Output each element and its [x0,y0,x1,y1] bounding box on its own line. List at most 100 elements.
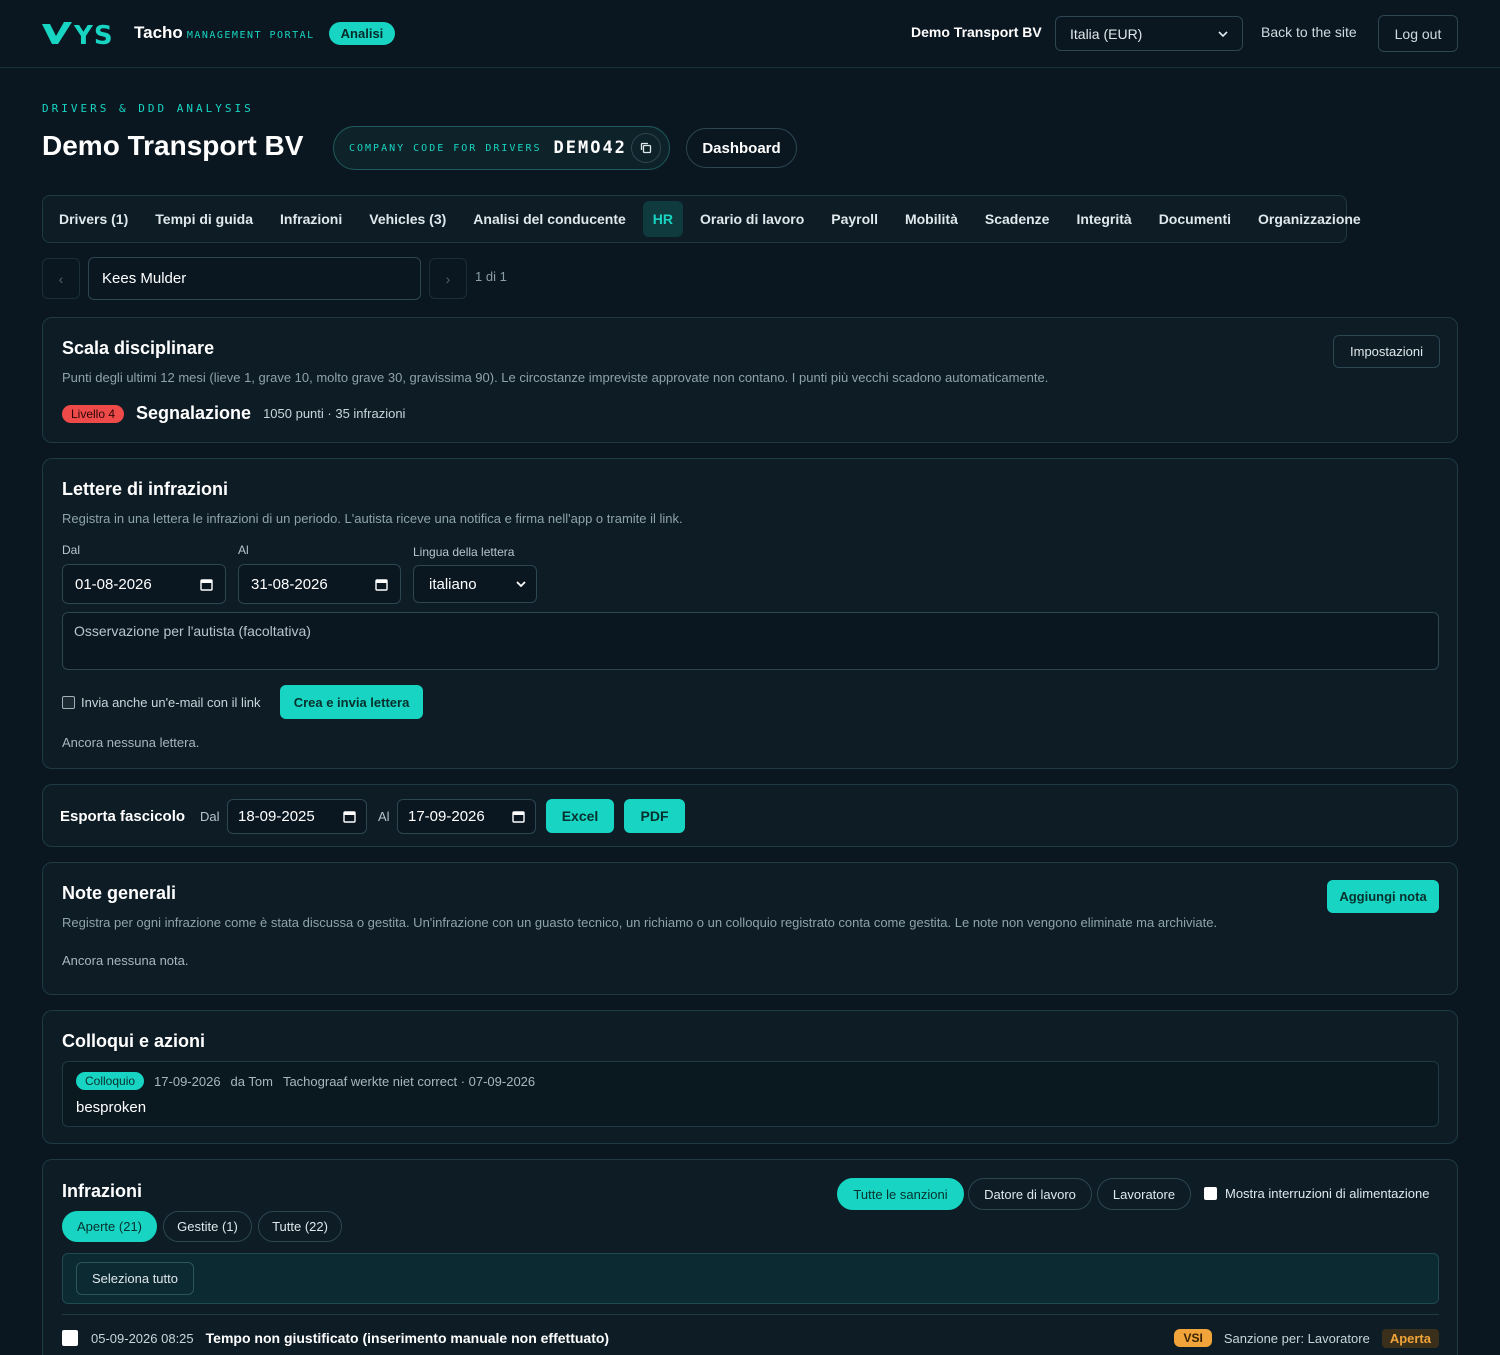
company-code-label: COMPANY CODE FOR DRIVERS [349,142,542,154]
calendar-icon [200,578,213,591]
next-driver-button[interactable]: › [429,258,467,299]
export-pdf-button[interactable]: PDF [624,799,685,833]
region-select-value: Italia (EUR) [1070,25,1143,42]
export-to-date-value: 17-09-2026 [408,808,485,825]
meeting-item[interactable]: Colloquio 17-09-2026 da Tom Tachograaf w… [62,1061,1439,1127]
settings-button[interactable]: Impostazioni [1333,335,1440,368]
tab-tempi-di-guida[interactable]: Tempi di guida [145,201,263,237]
export-from-label: Dal [200,809,220,824]
filter-employer[interactable]: Datore di lavoro [968,1178,1092,1210]
meeting-type-badge: Colloquio [76,1072,145,1090]
driver-select[interactable]: Kees Mulder [88,257,421,300]
dashboard-button[interactable]: Dashboard [686,128,797,168]
export-to-date-input[interactable]: 17-09-2026 [397,799,536,834]
letters-to-date-value: 31-08-2026 [251,575,328,593]
meetings-title: Colloqui e azioni [62,1031,205,1051]
letters-from-date-input[interactable]: 01-08-2026 [62,564,226,604]
infraction-title: Tempo non giustificato (inserimento manu… [205,1330,610,1346]
tab-payroll[interactable]: Payroll [821,201,888,237]
logout-button[interactable]: Log out [1378,15,1458,52]
company-code-value: DEMO42 [553,138,627,158]
filter-all-sanctions[interactable]: Tutte le sanzioni [837,1178,964,1210]
tab-hr[interactable]: HR [642,201,684,237]
add-note-button[interactable]: Aggiungi nota [1327,880,1439,913]
general-notes-title: Note generali [62,883,177,903]
prev-driver-button[interactable]: ‹ [42,258,80,299]
tab-integrità[interactable]: Integrità [1066,201,1141,237]
driver-note-textarea[interactable]: Osservazione per l'autista (facoltativa) [62,612,1439,670]
letters-to-label: Al [238,543,249,557]
tab-vehicles-3[interactable]: Vehicles (3) [359,201,456,237]
analysis-badge: Analisi [328,21,396,45]
meeting-subject: Tachograaf werkte niet correct · 07-09-2… [282,1073,536,1089]
status-tab-handled[interactable]: Gestite (1) [163,1211,252,1242]
tab-drivers-1[interactable]: Drivers (1) [49,201,138,237]
letters-from-label: Dal [62,543,81,557]
general-notes-card: Note generali Registra per ogni infrazio… [42,862,1458,995]
infraction-meta: VSI Sanzione per: Lavoratore Aperta [1174,1328,1439,1348]
discipline-scale-card: Scala disciplinare Punti degli ultimi 12… [42,317,1458,443]
create-letter-button[interactable]: Crea e invia lettera [280,685,423,719]
tab-orario-di-lavoro[interactable]: Orario di lavoro [690,201,814,237]
driver-count: 1 di 1 [475,269,507,284]
status-tab-all[interactable]: Tutte (22) [258,1211,342,1242]
calendar-icon [375,578,388,591]
export-from-date-input[interactable]: 18-09-2025 [227,799,367,834]
tab-organizzazione[interactable]: Organizzazione [1248,201,1371,237]
status-tab-open[interactable]: Aperte (21) [62,1211,157,1242]
company-code-box: COMPANY CODE FOR DRIVERS DEMO42 [333,126,670,170]
calendar-icon [343,811,356,823]
select-all-button[interactable]: Seleziona tutto [76,1262,194,1295]
export-from-date-value: 18-09-2025 [238,808,315,825]
severity-badge: VSI [1174,1329,1212,1347]
tab-analisi-del-conducente[interactable]: Analisi del conducente [463,201,635,237]
logo[interactable]: YS Tacho MANAGEMENT PORTAL Analisi [40,18,396,48]
letters-title: Lettere di infrazioni [62,479,229,499]
export-title: Esporta fascicolo [60,808,186,825]
letters-description: Registra in una lettera le infrazioni di… [62,511,683,526]
chevron-down-icon [516,581,526,587]
email-option[interactable]: Invia anche un'e-mail con il link [62,695,261,710]
back-to-site-link[interactable]: Back to the site [1261,24,1357,40]
infraction-status-badge: Aperta [1381,1328,1439,1348]
top-bar: YS Tacho MANAGEMENT PORTAL Analisi Demo … [0,0,1500,68]
export-card: Esporta fascicolo Dal 18-09-2025 Al 17-0… [42,784,1458,847]
driver-navigator: ‹ Kees Mulder › 1 di 1 [42,257,507,300]
tab-documenti[interactable]: Documenti [1149,201,1241,237]
infraction-row[interactable]: 05-09-2026 08:25 Tempo non giustificato … [62,1328,1439,1348]
export-to-label: Al [378,809,390,824]
filter-worker[interactable]: Lavoratore [1097,1178,1191,1210]
letters-to-date-input[interactable]: 31-08-2026 [238,564,401,604]
notes-empty-state: Ancora nessuna nota. [62,953,189,968]
brand-mark: YS [40,18,124,48]
calendar-icon [512,811,525,823]
letters-language-label: Lingua della lettera [413,545,515,559]
tab-scadenze[interactable]: Scadenze [975,201,1060,237]
brand-logo-icon: YS [42,21,114,48]
infractions-title: Infrazioni [62,1181,142,1201]
discipline-level-row: Livello 4 Segnalazione 1050 punti · 35 i… [62,403,405,424]
region-select[interactable]: Italia (EUR) [1055,16,1243,51]
bulk-action-bar: Seleziona tutto [62,1253,1439,1304]
page-title: Demo Transport BV [42,130,304,161]
app-subtitle: MANAGEMENT PORTAL [186,29,315,41]
tab-mobilità[interactable]: Mobilità [895,201,968,237]
copy-code-button[interactable] [631,133,661,163]
power-interruptions-option[interactable]: Mostra interruzioni di alimentazione [1204,1186,1429,1201]
chevron-down-icon [1218,30,1228,37]
letter-language-select[interactable]: italiano [413,565,537,603]
email-checkbox-label: Invia anche un'e-mail con il link [81,695,261,710]
export-excel-button[interactable]: Excel [546,799,614,833]
copy-icon [640,142,652,154]
row-divider [62,1314,1439,1315]
infraction-row-checkbox[interactable] [62,1330,78,1346]
letter-language-value: italiano [429,575,477,593]
tab-infrazioni[interactable]: Infrazioni [270,201,352,237]
sanction-target: Sanzione per: Lavoratore [1223,1330,1370,1346]
svg-text:YS: YS [73,21,114,48]
discipline-scale-description: Punti degli ultimi 12 mesi (lieve 1, gra… [62,370,1049,385]
power-interruptions-checkbox[interactable] [1204,1187,1217,1200]
power-interruptions-label: Mostra interruzioni di alimentazione [1225,1186,1430,1201]
header-company-name: Demo Transport BV [911,24,1042,40]
email-checkbox[interactable] [62,696,75,709]
